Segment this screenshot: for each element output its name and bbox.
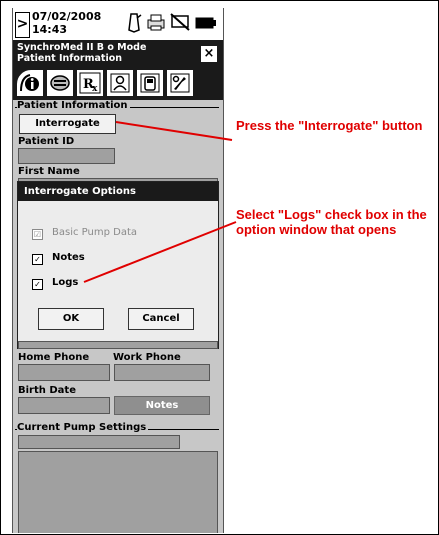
annotation-arrows [83,121,237,283]
interrogate-arrow [115,121,233,141]
logs-arrow [83,221,237,283]
logs-annotation: Select "Logs" check box in the option wi… [236,207,427,237]
interrogate-annotation: Press the "Interrogate" button [236,118,423,133]
